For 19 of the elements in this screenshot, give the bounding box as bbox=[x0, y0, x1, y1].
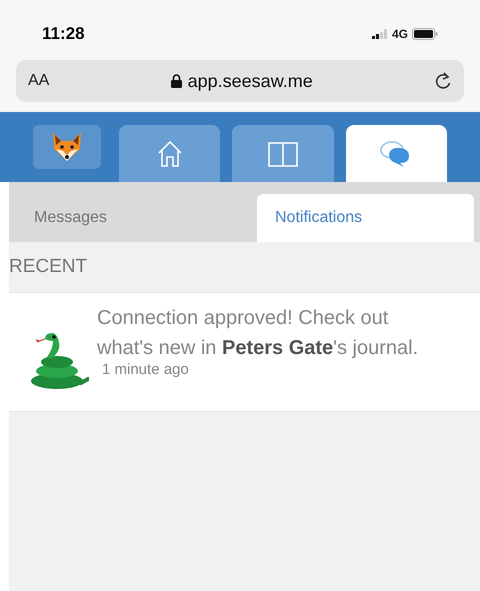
notification-text: Connection approved! Check out what's new in Peters Gate's journal. bbox=[97, 306, 420, 361]
profile-button[interactable] bbox=[33, 125, 102, 169]
nav-tab[interactable] bbox=[232, 125, 334, 182]
signal-icon bbox=[372, 29, 388, 39]
home-icon bbox=[156, 140, 183, 168]
status-time: 11:28 bbox=[42, 23, 85, 46]
battery-icon bbox=[412, 28, 438, 40]
text-size-button[interactable]: AA bbox=[28, 69, 50, 93]
reload-icon[interactable] bbox=[434, 71, 452, 91]
notification-time: 1 minute ago bbox=[101, 360, 190, 380]
address-bar[interactable]: AA app.seesaw.me bbox=[16, 60, 464, 102]
nav-tab[interactable] bbox=[119, 125, 220, 182]
book-icon bbox=[267, 140, 300, 168]
nav-tab[interactable] bbox=[346, 125, 448, 182]
sub-tab[interactable]: Notifications bbox=[257, 194, 474, 242]
network-label: 4G bbox=[392, 26, 408, 43]
lock-icon bbox=[170, 74, 182, 88]
section-title: RECENT bbox=[9, 254, 88, 279]
url-text: app.seesaw.me bbox=[188, 70, 313, 93]
